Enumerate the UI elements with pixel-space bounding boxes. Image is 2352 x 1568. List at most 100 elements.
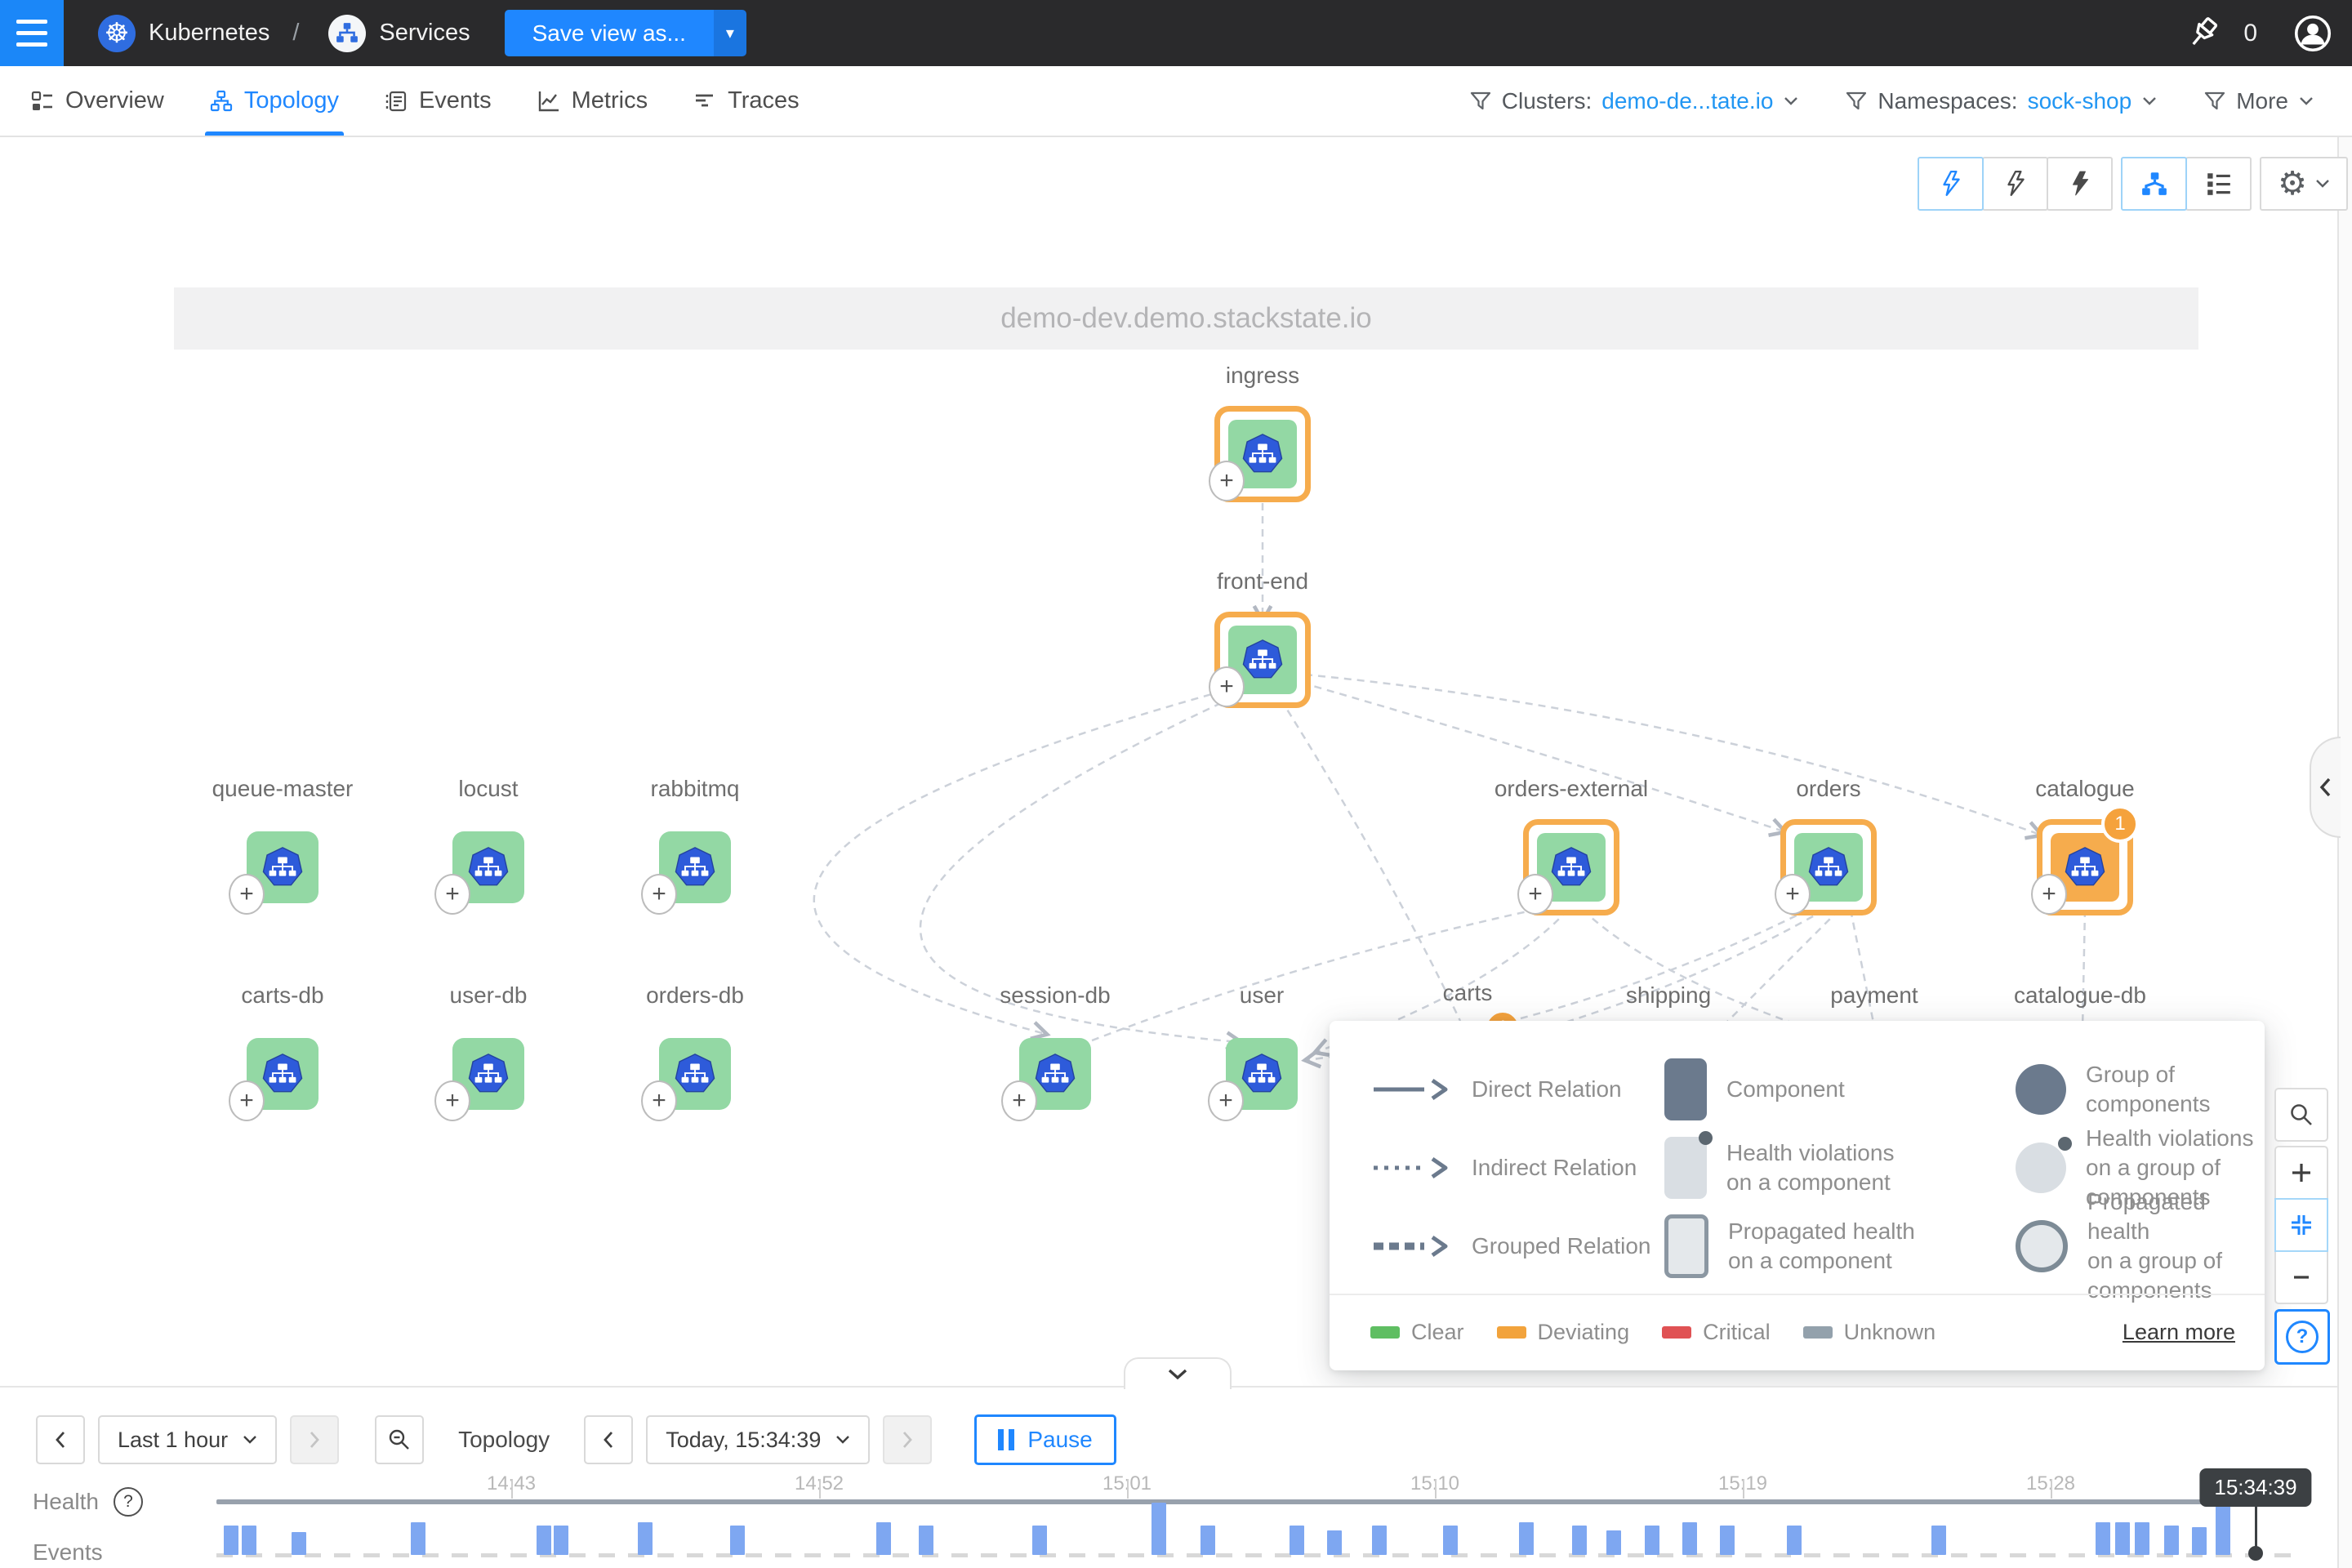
event-bar[interactable]	[1290, 1526, 1304, 1555]
fit-to-screen-button[interactable]	[2274, 1198, 2328, 1252]
event-bar[interactable]	[1327, 1530, 1342, 1555]
tab-topology[interactable]: Topology	[210, 66, 339, 136]
range-back-button[interactable]	[36, 1415, 85, 1464]
list-view-button[interactable]	[2185, 157, 2252, 211]
settings-button[interactable]: ⚙	[2260, 157, 2348, 211]
expand-node-button[interactable]: +	[1775, 874, 1811, 915]
expand-node-button[interactable]: +	[434, 874, 470, 915]
health-propagated-button[interactable]	[1918, 157, 1984, 211]
event-bar[interactable]	[1152, 1503, 1166, 1555]
clusters-value[interactable]: demo-de...tate.io	[1601, 88, 1773, 114]
event-bar[interactable]	[1682, 1522, 1697, 1555]
expand-node-button[interactable]: +	[1208, 1080, 1244, 1121]
expand-node-button[interactable]: +	[1517, 874, 1553, 915]
clusters-filter[interactable]: Clusters: demo-de...tate.io	[1469, 88, 1800, 114]
legend-propagated-group: Propagated health on a group of componen…	[2016, 1207, 2265, 1285]
tab-traces[interactable]: Traces	[693, 66, 800, 136]
event-bar[interactable]	[554, 1526, 568, 1555]
event-bar[interactable]	[2192, 1527, 2207, 1555]
expand-node-button[interactable]: +	[1209, 461, 1245, 501]
event-bar[interactable]	[224, 1526, 238, 1555]
zoom-out-button[interactable]	[2274, 1250, 2328, 1304]
event-bar[interactable]	[1032, 1526, 1047, 1555]
event-bar[interactable]	[1720, 1526, 1735, 1555]
event-bar[interactable]	[876, 1522, 891, 1555]
event-bar[interactable]	[292, 1532, 306, 1555]
namespaces-filter[interactable]: Namespaces: sock-shop	[1845, 88, 2158, 114]
expand-node-button[interactable]: +	[2031, 874, 2067, 915]
event-bar[interactable]	[919, 1526, 933, 1555]
tab-metrics[interactable]: Metrics	[537, 66, 648, 136]
lightning-outline-icon	[2002, 170, 2029, 198]
current-time-dropdown[interactable]: Today, 15:34:39	[646, 1415, 870, 1464]
direct-relation-icon	[1370, 1073, 1452, 1106]
range-forward-button[interactable]	[290, 1415, 339, 1464]
event-bar[interactable]	[2115, 1522, 2130, 1555]
collapse-timeline-button[interactable]	[1124, 1357, 1232, 1389]
event-bar[interactable]	[1443, 1526, 1458, 1555]
learn-more-link[interactable]: Learn more	[2123, 1320, 2235, 1345]
expand-node-button[interactable]: +	[1001, 1080, 1037, 1121]
event-bar[interactable]	[2096, 1522, 2110, 1555]
zoom-in-button[interactable]	[2274, 1146, 2328, 1200]
violation-count-badge[interactable]: 1	[2101, 805, 2139, 843]
help-button[interactable]: ?	[2274, 1309, 2330, 1365]
expand-node-button[interactable]: +	[641, 874, 677, 915]
playhead-handle[interactable]	[2248, 1546, 2263, 1561]
save-view-as-label[interactable]: Save view as...	[505, 10, 714, 56]
expand-right-panel-button[interactable]	[2310, 737, 2341, 838]
legend-panel: Direct Relation Component Group of compo…	[1330, 1021, 2265, 1370]
grouped-relation-icon	[1370, 1230, 1452, 1263]
health-filled-button[interactable]	[2047, 157, 2113, 211]
event-bar[interactable]	[1200, 1526, 1215, 1555]
pause-button[interactable]: Pause	[974, 1414, 1116, 1465]
expand-node-button[interactable]: +	[641, 1080, 677, 1121]
save-view-as-button[interactable]: Save view as... ▾	[505, 10, 746, 56]
hamburger-menu-icon[interactable]	[0, 0, 64, 66]
time-back-button[interactable]	[584, 1415, 633, 1464]
event-bar[interactable]	[537, 1526, 551, 1555]
event-bar[interactable]	[1572, 1526, 1587, 1555]
health-own-button[interactable]	[1982, 157, 2048, 211]
pin-icon[interactable]	[2186, 16, 2222, 51]
event-bar[interactable]	[411, 1522, 425, 1555]
event-bar[interactable]	[2164, 1526, 2179, 1555]
event-bar[interactable]	[242, 1526, 256, 1555]
namespaces-value[interactable]: sock-shop	[2028, 88, 2132, 114]
expand-node-button[interactable]: +	[229, 1080, 265, 1121]
legend-grid: Direct Relation Component Group of compo…	[1330, 1021, 2265, 1285]
tab-events[interactable]: Events	[385, 66, 492, 136]
lightning-outline-blue-icon	[1938, 170, 1964, 198]
expand-node-button[interactable]: +	[1209, 666, 1245, 707]
graph-view-button[interactable]	[2121, 157, 2187, 211]
event-bar[interactable]	[638, 1522, 653, 1555]
playhead-time-badge[interactable]: 15:34:39	[2199, 1468, 2311, 1507]
event-bar[interactable]	[1931, 1526, 1946, 1555]
event-bar[interactable]	[1606, 1530, 1621, 1555]
event-bar[interactable]	[730, 1526, 745, 1555]
legend-propagated-component: Propagated health on a component	[1664, 1207, 2016, 1285]
event-bar[interactable]	[1519, 1522, 1534, 1555]
save-view-caret-icon[interactable]: ▾	[714, 10, 746, 56]
tab-overview[interactable]: Overview	[31, 66, 164, 136]
event-bar[interactable]	[1372, 1526, 1387, 1555]
more-filters[interactable]: More	[2203, 88, 2314, 114]
event-bar[interactable]	[1787, 1526, 1802, 1555]
health-status-line[interactable]	[216, 1499, 2256, 1504]
event-bar[interactable]	[1645, 1526, 1659, 1555]
time-forward-button[interactable]	[883, 1415, 932, 1464]
expand-node-button[interactable]: +	[434, 1080, 470, 1121]
top-bar: ☸ Kubernetes / Services Save view as... …	[0, 0, 2352, 66]
breadcrumb-product[interactable]: Kubernetes	[149, 20, 270, 47]
time-range-dropdown[interactable]: Last 1 hour	[98, 1415, 277, 1464]
breadcrumb-view[interactable]: Services	[379, 20, 470, 47]
expand-node-button[interactable]: +	[229, 874, 265, 915]
status-unknown: Unknown	[1803, 1320, 1936, 1345]
health-help-icon[interactable]: ?	[114, 1487, 143, 1517]
breadcrumb: ☸ Kubernetes / Services	[64, 15, 470, 52]
avatar[interactable]	[2293, 14, 2332, 53]
layout-mode-group	[2121, 157, 2252, 211]
search-button[interactable]	[2274, 1088, 2328, 1142]
event-bar[interactable]	[2135, 1522, 2149, 1555]
timeline-zoom-out-button[interactable]	[375, 1415, 424, 1464]
